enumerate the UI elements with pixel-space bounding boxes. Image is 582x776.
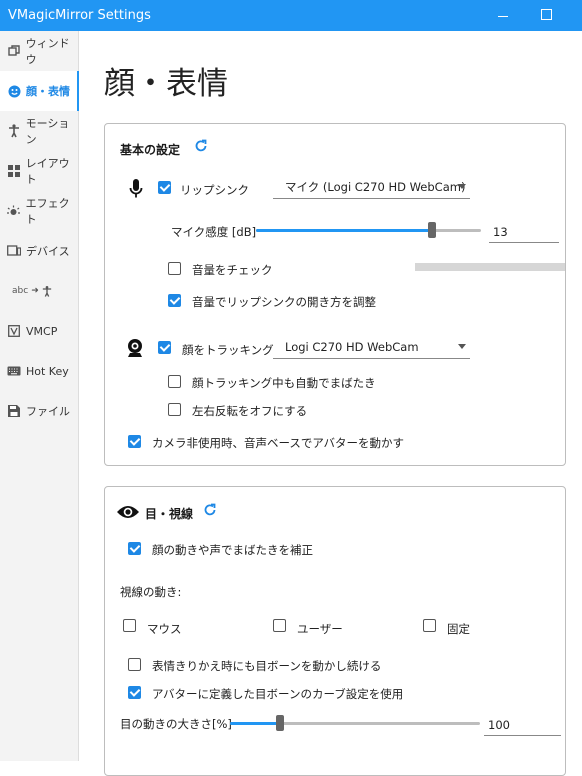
voice-based-motion-checkbox[interactable]: [128, 435, 141, 448]
gaze-user-label: ユーザー: [297, 622, 343, 636]
gaze-mouse-label: マウス: [147, 622, 182, 636]
eye-bone-curve-checkbox[interactable]: [128, 686, 141, 699]
lipsync-label: リップシンク: [180, 183, 249, 197]
sidebar-item-label: ウィンドウ: [25, 37, 70, 66]
auto-blink-checkbox[interactable]: [168, 375, 181, 388]
sidebar-item-word-to-motion[interactable]: abc ➜: [0, 271, 79, 311]
sidebar-item-layout[interactable]: レイアウト: [0, 151, 79, 191]
eye-scale-label: 目の動きの大きさ[%]: [120, 717, 232, 731]
eye-scale-input[interactable]: 100: [484, 716, 561, 736]
auto-blink-label: 顔トラッキング中も自動でまばたき: [192, 376, 376, 390]
vmcp-icon: [7, 324, 21, 338]
title-bar: VMagicMirror Settings: [0, 0, 582, 31]
sidebar-item-hotkey[interactable]: Hot Key: [0, 351, 79, 391]
text-to-motion-icon: abc ➜: [12, 285, 52, 298]
refresh-icon[interactable]: [194, 139, 208, 157]
face-tracking-checkbox[interactable]: [158, 341, 171, 354]
camera-select[interactable]: Logi C270 HD WebCam: [273, 335, 470, 359]
keep-eye-bone-label: 表情きりかえ時にも目ボーンを動かし続ける: [152, 659, 382, 673]
section-title: 目・視線: [145, 507, 194, 521]
eye-scale-value: 100: [488, 718, 510, 732]
sidebar-item-face[interactable]: 顔・表情: [0, 71, 79, 111]
minimize-button[interactable]: [495, 6, 511, 24]
blink-adjust-checkbox[interactable]: [128, 542, 141, 555]
voice-based-motion-label: カメラ非使用時、音声ベースでアバターを動かす: [152, 436, 404, 450]
layout-icon: [7, 164, 21, 178]
maximize-button[interactable]: [541, 9, 552, 20]
eye-bone-curve-label: アバターに定義した目ボーンのカーブ設定を使用: [152, 687, 404, 701]
device-icon: [7, 244, 21, 258]
volume-adjust-checkbox[interactable]: [168, 294, 181, 307]
sidebar-item-window[interactable]: ウィンドウ: [0, 31, 79, 71]
eye-icon: [116, 504, 140, 524]
sidebar-item-label: デバイス: [26, 245, 70, 258]
face-tracking-label: 顔をトラッキング: [182, 343, 274, 357]
eye-scale-slider-fill: [230, 722, 280, 725]
volume-check-label: 音量をチェック: [192, 263, 273, 277]
section-title: 基本の設定: [120, 143, 181, 157]
gaze-fixed-label: 固定: [447, 622, 470, 636]
sidebar-item-label: VMCP: [26, 324, 58, 338]
webcam-icon: [125, 338, 145, 362]
page-title: 顔・表情: [104, 66, 228, 102]
microphone-icon: [129, 179, 143, 203]
sidebar-item-label: ファイル: [26, 405, 70, 418]
mic-sensitivity-label: マイク感度 [dB]: [171, 225, 257, 239]
camera-select-value: Logi C270 HD WebCam: [285, 339, 419, 354]
mic-sensitivity-value: 13: [493, 225, 508, 239]
chevron-down-icon: [458, 344, 466, 349]
refresh-icon[interactable]: [203, 503, 217, 521]
save-icon: [7, 404, 21, 418]
effect-icon: [7, 204, 21, 218]
microphone-select[interactable]: マイク (Logi C270 HD WebCam): [273, 175, 470, 199]
sidebar-item-label: 顔・表情: [26, 85, 70, 98]
basic-settings-card: 基本の設定 リップシンク マイク (Logi C270 HD WebCam) マ…: [104, 123, 566, 466]
window-title: VMagicMirror Settings: [8, 8, 151, 23]
gaze-user-checkbox[interactable]: [273, 619, 286, 632]
keep-eye-bone-checkbox[interactable]: [128, 658, 141, 671]
sidebar-item-motion[interactable]: モーション: [0, 111, 79, 151]
gaze-motion-label: 視線の動き:: [120, 585, 182, 599]
blink-adjust-label: 顔の動きや声でまばたきを補正: [152, 543, 313, 557]
person-icon: [7, 124, 21, 138]
sidebar-item-effect[interactable]: エフェクト: [0, 191, 79, 231]
sidebar: ウィンドウ 顔・表情 モーション レイアウト エフェクト デバイス abc ➜: [0, 31, 79, 761]
sidebar-item-label: エフェクト: [25, 197, 70, 226]
mirror-off-label: 左右反転をオフにする: [192, 404, 308, 418]
sidebar-item-label: レイアウト: [25, 157, 70, 186]
sidebar-item-label: モーション: [25, 117, 70, 146]
window-icon: [7, 44, 21, 58]
mic-sensitivity-input[interactable]: 13: [489, 223, 559, 243]
microphone-select-value: マイク (Logi C270 HD WebCam): [285, 179, 466, 194]
main-content: 顔・表情 基本の設定 リップシンク マイク (Logi C270 HD WebC…: [80, 31, 582, 776]
eye-settings-card: 目・視線 顔の動きや声でまばたきを補正 視線の動き: マウス ユーザー 固定 表…: [104, 486, 566, 776]
eye-scale-slider-thumb[interactable]: [276, 715, 284, 731]
sidebar-item-label: Hot Key: [26, 364, 69, 378]
gaze-mouse-checkbox[interactable]: [123, 619, 136, 632]
mirror-off-checkbox[interactable]: [168, 403, 181, 416]
face-icon: [7, 84, 21, 98]
mic-sensitivity-slider-thumb[interactable]: [427, 222, 436, 238]
sidebar-item-vmcp[interactable]: VMCP: [0, 311, 79, 351]
sidebar-item-file[interactable]: ファイル: [0, 391, 79, 431]
volume-check-checkbox[interactable]: [168, 262, 181, 275]
chevron-down-icon: [458, 184, 466, 189]
mic-sensitivity-slider-fill: [256, 229, 432, 232]
volume-level-bar: [415, 263, 565, 271]
lipsync-checkbox[interactable]: [158, 181, 171, 194]
sidebar-item-device[interactable]: デバイス: [0, 231, 79, 271]
volume-adjust-label: 音量でリップシンクの開き方を調整: [192, 295, 376, 309]
gaze-fixed-checkbox[interactable]: [423, 619, 436, 632]
keyboard-icon: [7, 364, 21, 378]
